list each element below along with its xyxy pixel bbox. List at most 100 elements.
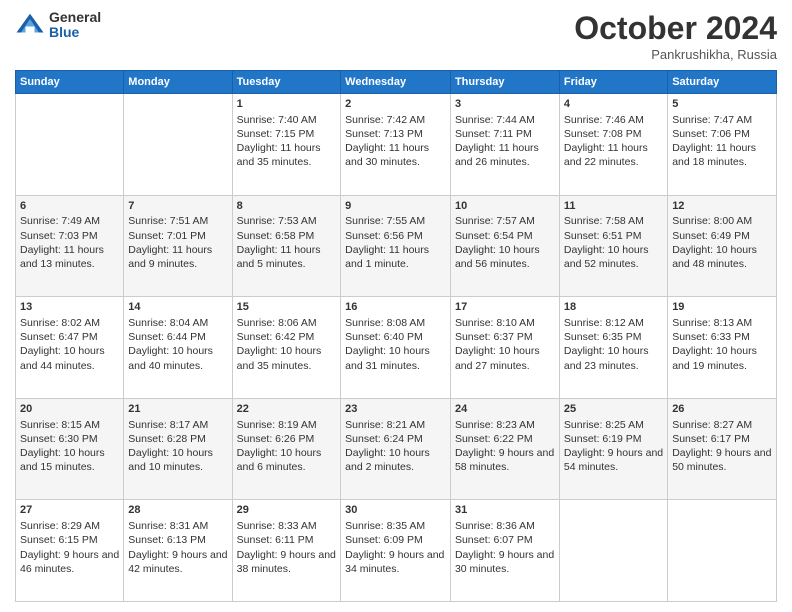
day-info: Sunset: 6:22 PM <box>455 432 555 446</box>
day-number: 23 <box>345 402 446 417</box>
day-number: 3 <box>455 97 555 112</box>
day-info: Daylight: 10 hours and 40 minutes. <box>128 344 227 372</box>
calendar-cell: 18Sunrise: 8:12 AMSunset: 6:35 PMDayligh… <box>559 297 667 399</box>
day-info: Sunrise: 8:17 AM <box>128 418 227 432</box>
day-info: Sunrise: 8:19 AM <box>237 418 337 432</box>
weekday-header: Saturday <box>668 71 777 94</box>
day-number: 24 <box>455 402 555 417</box>
day-info: Sunrise: 7:58 AM <box>564 214 663 228</box>
page: General Blue October 2024 Pankrushikha, … <box>0 0 792 612</box>
day-info: Daylight: 11 hours and 13 minutes. <box>20 243 119 271</box>
calendar-cell: 15Sunrise: 8:06 AMSunset: 6:42 PMDayligh… <box>232 297 341 399</box>
day-info: Sunrise: 7:47 AM <box>672 113 772 127</box>
day-number: 6 <box>20 199 119 214</box>
calendar-cell: 21Sunrise: 8:17 AMSunset: 6:28 PMDayligh… <box>124 398 232 500</box>
day-number: 26 <box>672 402 772 417</box>
day-info: Sunrise: 8:23 AM <box>455 418 555 432</box>
day-info: Daylight: 10 hours and 52 minutes. <box>564 243 663 271</box>
day-number: 11 <box>564 199 663 214</box>
day-number: 28 <box>128 503 227 518</box>
day-info: Sunset: 7:08 PM <box>564 127 663 141</box>
day-info: Daylight: 9 hours and 58 minutes. <box>455 446 555 474</box>
calendar-table: SundayMondayTuesdayWednesdayThursdayFrid… <box>15 70 777 602</box>
day-info: Daylight: 9 hours and 42 minutes. <box>128 548 227 576</box>
day-info: Daylight: 11 hours and 5 minutes. <box>237 243 337 271</box>
day-info: Sunset: 6:49 PM <box>672 229 772 243</box>
day-info: Sunrise: 8:35 AM <box>345 519 446 533</box>
day-number: 8 <box>237 199 337 214</box>
logo-general: General <box>49 10 101 25</box>
day-info: Sunset: 7:01 PM <box>128 229 227 243</box>
calendar-cell: 30Sunrise: 8:35 AMSunset: 6:09 PMDayligh… <box>341 500 451 602</box>
day-info: Sunrise: 8:33 AM <box>237 519 337 533</box>
calendar-week: 13Sunrise: 8:02 AMSunset: 6:47 PMDayligh… <box>16 297 777 399</box>
calendar-header: SundayMondayTuesdayWednesdayThursdayFrid… <box>16 71 777 94</box>
calendar-cell: 19Sunrise: 8:13 AMSunset: 6:33 PMDayligh… <box>668 297 777 399</box>
day-info: Sunset: 6:37 PM <box>455 330 555 344</box>
day-info: Daylight: 11 hours and 30 minutes. <box>345 141 446 169</box>
day-info: Sunset: 6:28 PM <box>128 432 227 446</box>
day-info: Sunset: 6:24 PM <box>345 432 446 446</box>
day-info: Daylight: 9 hours and 34 minutes. <box>345 548 446 576</box>
day-info: Sunrise: 7:46 AM <box>564 113 663 127</box>
calendar-cell: 29Sunrise: 8:33 AMSunset: 6:11 PMDayligh… <box>232 500 341 602</box>
day-info: Daylight: 9 hours and 38 minutes. <box>237 548 337 576</box>
day-info: Sunset: 6:47 PM <box>20 330 119 344</box>
day-number: 16 <box>345 300 446 315</box>
day-info: Sunset: 6:44 PM <box>128 330 227 344</box>
day-info: Sunset: 6:54 PM <box>455 229 555 243</box>
day-info: Sunset: 6:13 PM <box>128 533 227 547</box>
day-number: 25 <box>564 402 663 417</box>
day-info: Daylight: 9 hours and 50 minutes. <box>672 446 772 474</box>
calendar-cell: 9Sunrise: 7:55 AMSunset: 6:56 PMDaylight… <box>341 195 451 297</box>
day-info: Sunrise: 7:51 AM <box>128 214 227 228</box>
calendar-cell: 5Sunrise: 7:47 AMSunset: 7:06 PMDaylight… <box>668 94 777 196</box>
weekday-row: SundayMondayTuesdayWednesdayThursdayFrid… <box>16 71 777 94</box>
day-number: 22 <box>237 402 337 417</box>
day-info: Sunrise: 7:49 AM <box>20 214 119 228</box>
calendar-cell: 17Sunrise: 8:10 AMSunset: 6:37 PMDayligh… <box>450 297 559 399</box>
day-info: Sunrise: 8:08 AM <box>345 316 446 330</box>
calendar-cell: 27Sunrise: 8:29 AMSunset: 6:15 PMDayligh… <box>16 500 124 602</box>
calendar-cell: 20Sunrise: 8:15 AMSunset: 6:30 PMDayligh… <box>16 398 124 500</box>
day-number: 12 <box>672 199 772 214</box>
day-info: Sunset: 6:42 PM <box>237 330 337 344</box>
day-info: Daylight: 10 hours and 10 minutes. <box>128 446 227 474</box>
day-number: 20 <box>20 402 119 417</box>
day-info: Sunrise: 8:21 AM <box>345 418 446 432</box>
day-number: 15 <box>237 300 337 315</box>
weekday-header: Wednesday <box>341 71 451 94</box>
calendar-cell: 12Sunrise: 8:00 AMSunset: 6:49 PMDayligh… <box>668 195 777 297</box>
calendar-body: 1Sunrise: 7:40 AMSunset: 7:15 PMDaylight… <box>16 94 777 602</box>
calendar-cell: 4Sunrise: 7:46 AMSunset: 7:08 PMDaylight… <box>559 94 667 196</box>
day-info: Daylight: 11 hours and 1 minute. <box>345 243 446 271</box>
calendar-cell: 10Sunrise: 7:57 AMSunset: 6:54 PMDayligh… <box>450 195 559 297</box>
weekday-header: Monday <box>124 71 232 94</box>
day-info: Sunset: 6:58 PM <box>237 229 337 243</box>
day-number: 27 <box>20 503 119 518</box>
calendar-cell: 8Sunrise: 7:53 AMSunset: 6:58 PMDaylight… <box>232 195 341 297</box>
day-info: Sunrise: 7:55 AM <box>345 214 446 228</box>
day-info: Daylight: 10 hours and 6 minutes. <box>237 446 337 474</box>
calendar-cell: 14Sunrise: 8:04 AMSunset: 6:44 PMDayligh… <box>124 297 232 399</box>
day-number: 30 <box>345 503 446 518</box>
day-number: 21 <box>128 402 227 417</box>
day-number: 18 <box>564 300 663 315</box>
day-number: 5 <box>672 97 772 112</box>
calendar-week: 1Sunrise: 7:40 AMSunset: 7:15 PMDaylight… <box>16 94 777 196</box>
day-info: Sunrise: 7:40 AM <box>237 113 337 127</box>
day-number: 10 <box>455 199 555 214</box>
day-info: Sunrise: 7:44 AM <box>455 113 555 127</box>
day-info: Sunrise: 8:25 AM <box>564 418 663 432</box>
day-info: Sunrise: 8:13 AM <box>672 316 772 330</box>
day-number: 4 <box>564 97 663 112</box>
day-info: Sunset: 6:40 PM <box>345 330 446 344</box>
day-number: 29 <box>237 503 337 518</box>
day-number: 17 <box>455 300 555 315</box>
day-info: Daylight: 11 hours and 18 minutes. <box>672 141 772 169</box>
day-info: Sunrise: 8:04 AM <box>128 316 227 330</box>
header: General Blue October 2024 Pankrushikha, … <box>15 10 777 62</box>
day-info: Daylight: 11 hours and 22 minutes. <box>564 141 663 169</box>
day-info: Daylight: 10 hours and 23 minutes. <box>564 344 663 372</box>
day-info: Sunset: 7:11 PM <box>455 127 555 141</box>
